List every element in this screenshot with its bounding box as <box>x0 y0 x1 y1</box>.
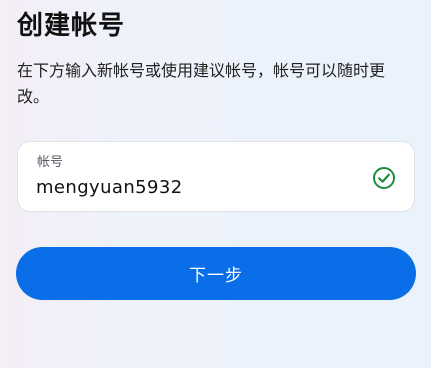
account-input[interactable] <box>36 174 356 200</box>
page-description: 在下方输入新帐号或使用建议帐号，帐号可以随时更改。 <box>17 61 386 106</box>
page-title: 创建帐号 <box>17 11 126 41</box>
check-circle-icon <box>372 166 396 190</box>
account-field[interactable]: 帐号 <box>17 141 415 212</box>
next-button[interactable]: 下一步 <box>16 247 416 300</box>
account-field-label: 帐号 <box>37 155 64 170</box>
